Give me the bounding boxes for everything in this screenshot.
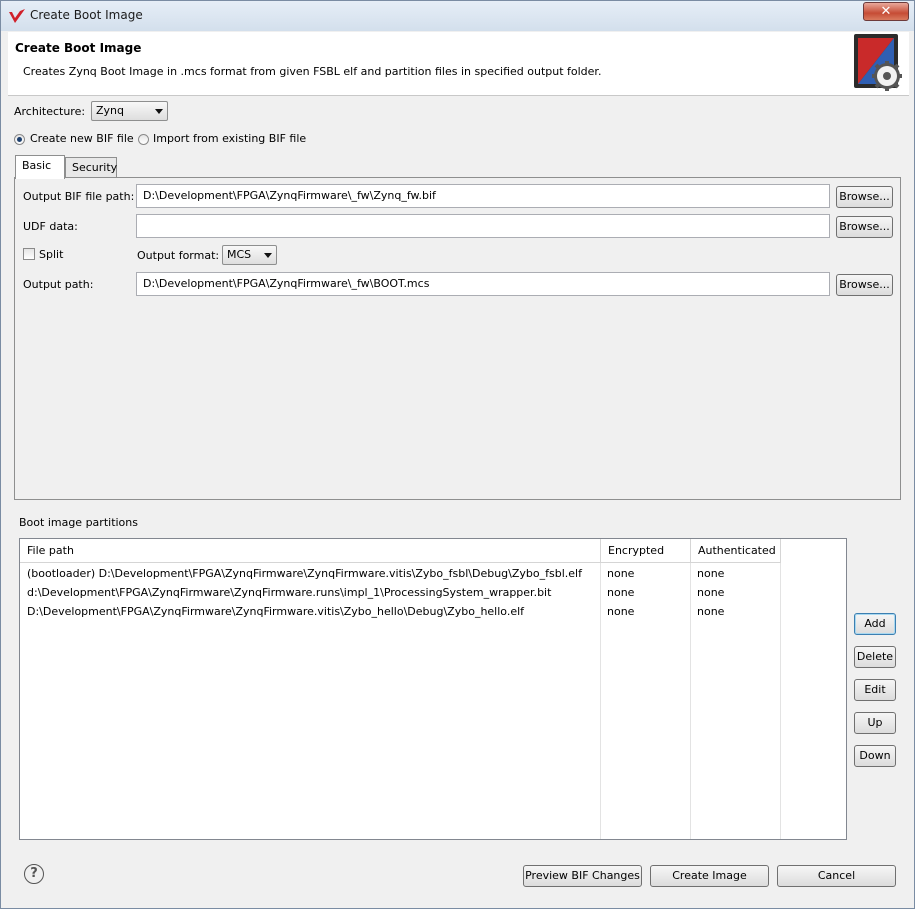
output-bif-input[interactable]: D:\Development\FPGA\ZynqFirmware\_fw\Zyn…	[136, 184, 830, 208]
column-header-authenticated[interactable]: Authenticated	[691, 539, 781, 563]
tab-basic[interactable]: Basic	[15, 155, 65, 179]
output-format-value: MCS	[227, 248, 252, 261]
file-path-cell: D:\Development\FPGA\ZynqFirmware\ZynqFir…	[27, 605, 525, 618]
column-header-file-path[interactable]: File path	[20, 539, 601, 563]
encrypted-cell: none	[607, 586, 635, 599]
output-format-select[interactable]: MCS	[222, 245, 277, 265]
split-label[interactable]: Split	[39, 248, 63, 261]
boot-image-gear-icon	[854, 34, 902, 91]
output-bif-browse-button[interactable]: Browse...	[836, 186, 893, 208]
move-up-button[interactable]: Up	[854, 712, 896, 734]
cancel-button[interactable]: Cancel	[777, 865, 896, 887]
udf-data-input[interactable]	[136, 214, 830, 238]
import-bif-label[interactable]: Import from existing BIF file	[153, 132, 306, 145]
preview-bif-changes-button[interactable]: Preview BIF Changes	[523, 865, 642, 887]
output-format-label: Output format:	[137, 249, 220, 262]
chevron-down-icon	[155, 109, 163, 114]
create-new-bif-label[interactable]: Create new BIF file	[30, 132, 134, 145]
output-path-browse-button[interactable]: Browse...	[836, 274, 893, 296]
chevron-down-icon	[264, 253, 272, 258]
authenticated-cell: none	[697, 567, 725, 580]
help-icon[interactable]: ?	[24, 864, 44, 884]
encrypted-cell: none	[607, 567, 635, 580]
output-bif-label: Output BIF file path:	[23, 190, 135, 203]
output-path-input[interactable]: D:\Development\FPGA\ZynqFirmware\_fw\BOO…	[136, 272, 830, 296]
udf-data-browse-button[interactable]: Browse...	[836, 216, 893, 238]
file-path-cell: (bootloader) D:\Development\FPGA\ZynqFir…	[27, 567, 582, 580]
output-path-label: Output path:	[23, 278, 94, 291]
add-partition-button[interactable]: Add	[854, 613, 896, 635]
udf-data-label: UDF data:	[23, 220, 78, 233]
move-down-button[interactable]: Down	[854, 745, 896, 767]
architecture-select[interactable]: Zynq	[91, 101, 168, 121]
tab-security[interactable]: Security	[65, 157, 117, 179]
header-banner: Create Boot Image Creates Zynq Boot Imag…	[8, 32, 909, 96]
page-description: Creates Zynq Boot Image in .mcs format f…	[23, 65, 602, 78]
create-image-button[interactable]: Create Image	[650, 865, 769, 887]
dialog-window: Create Boot Image ✕ Create Boot Image Cr…	[0, 0, 915, 909]
page-title: Create Boot Image	[15, 41, 142, 55]
table-row[interactable]: D:\Development\FPGA\ZynqFirmware\ZynqFir…	[20, 603, 846, 622]
partitions-section-label: Boot image partitions	[19, 516, 138, 529]
import-bif-radio[interactable]	[138, 134, 149, 145]
edit-partition-button[interactable]: Edit	[854, 679, 896, 701]
split-checkbox[interactable]	[23, 248, 35, 260]
vitis-logo-icon	[9, 9, 25, 23]
title-bar[interactable]: Create Boot Image ✕	[1, 1, 914, 31]
column-header-encrypted[interactable]: Encrypted	[601, 539, 691, 563]
create-new-bif-radio[interactable]	[14, 134, 25, 145]
encrypted-cell: none	[607, 605, 635, 618]
window-title: Create Boot Image	[30, 8, 143, 22]
delete-partition-button[interactable]: Delete	[854, 646, 896, 668]
architecture-label: Architecture:	[14, 105, 86, 118]
file-path-cell: d:\Development\FPGA\ZynqFirmware\ZynqFir…	[27, 586, 552, 599]
table-row[interactable]: d:\Development\FPGA\ZynqFirmware\ZynqFir…	[20, 584, 846, 603]
authenticated-cell: none	[697, 605, 725, 618]
architecture-value: Zynq	[96, 104, 124, 117]
table-row[interactable]: (bootloader) D:\Development\FPGA\ZynqFir…	[20, 565, 846, 584]
partitions-table[interactable]: File path Encrypted Authenticated (bootl…	[19, 538, 847, 840]
close-button[interactable]: ✕	[863, 2, 909, 21]
authenticated-cell: none	[697, 586, 725, 599]
